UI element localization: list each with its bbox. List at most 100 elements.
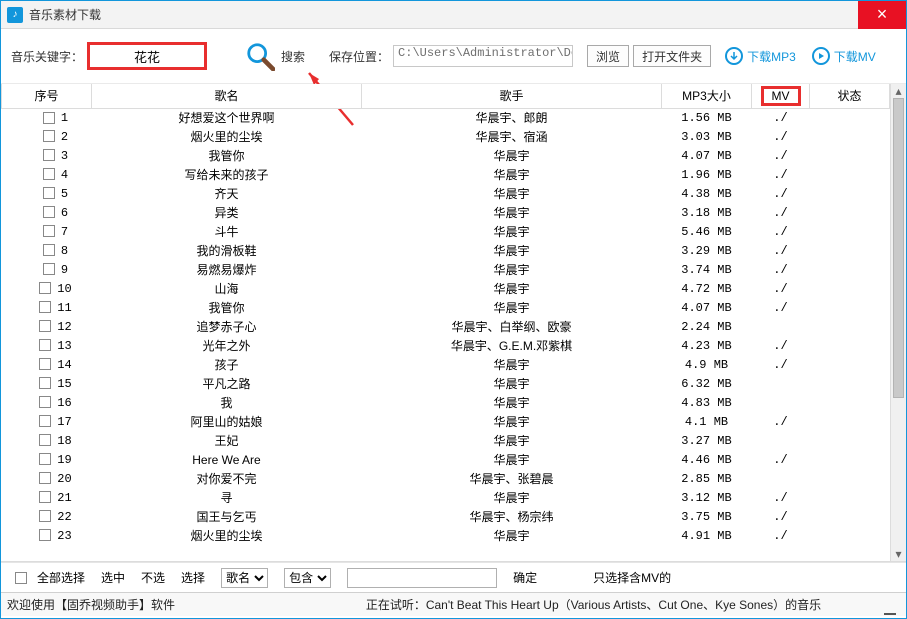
row-checkbox[interactable] (39, 358, 51, 370)
row-singer: 华晨宇、杨宗纬 (362, 507, 662, 526)
table-row[interactable]: 1好想爱这个世界啊华晨宇、郎朗1.56 MB./ (2, 108, 890, 127)
row-state (810, 165, 890, 184)
row-state (810, 279, 890, 298)
table-row[interactable]: 15平凡之路华晨宇6.32 MB (2, 374, 890, 393)
row-size: 1.56 MB (662, 108, 752, 127)
row-checkbox[interactable] (43, 263, 55, 275)
table-row[interactable]: 12追梦赤子心华晨宇、白举纲、欧豪2.24 MB (2, 317, 890, 336)
search-button[interactable]: 搜索 (281, 48, 305, 65)
row-checkbox[interactable] (43, 149, 55, 161)
row-index: 18 (57, 434, 71, 448)
filter-field-select[interactable]: 歌名 (221, 568, 268, 588)
table-row[interactable]: 14孩子华晨宇4.9 MB./ (2, 355, 890, 374)
row-size: 3.29 MB (662, 241, 752, 260)
scroll-thumb[interactable] (893, 98, 904, 398)
filter-op-select[interactable]: 包含 (284, 568, 331, 588)
table-row[interactable]: 2烟火里的尘埃华晨宇、宿涵3.03 MB./ (2, 127, 890, 146)
row-index: 1 (61, 111, 68, 125)
table-row[interactable]: 16我华晨宇4.83 MB (2, 393, 890, 412)
save-path-input[interactable]: C:\Users\Administrator\Deskto (393, 45, 573, 67)
header-state[interactable]: 状态 (810, 84, 890, 108)
table-row[interactable]: 8我的滑板鞋华晨宇3.29 MB./ (2, 241, 890, 260)
row-checkbox[interactable] (43, 112, 55, 124)
select-inverse-button[interactable]: 选中 (101, 569, 125, 586)
row-checkbox[interactable] (43, 187, 55, 199)
scroll-down-icon[interactable]: ▾ (891, 547, 906, 561)
table-row[interactable]: 11我管你华晨宇4.07 MB./ (2, 298, 890, 317)
row-mv: ./ (752, 450, 810, 469)
header-index[interactable]: 序号 (2, 84, 92, 108)
row-index: 3 (61, 149, 68, 163)
row-state (810, 469, 890, 488)
row-mv: ./ (752, 336, 810, 355)
row-checkbox[interactable] (39, 415, 51, 427)
browse-button[interactable]: 浏览 (587, 45, 629, 67)
close-button[interactable]: × (858, 1, 906, 29)
scrollbar[interactable]: ▴ ▾ (890, 84, 906, 561)
row-checkbox[interactable] (39, 472, 51, 484)
row-checkbox[interactable] (43, 225, 55, 237)
row-singer: 华晨宇 (362, 431, 662, 450)
select-all-checkbox[interactable]: 全部选择 (15, 569, 85, 586)
header-size[interactable]: MP3大小 (662, 84, 752, 108)
table-row[interactable]: 3我管你华晨宇4.07 MB./ (2, 146, 890, 165)
row-checkbox[interactable] (43, 206, 55, 218)
row-checkbox[interactable] (43, 244, 55, 256)
row-size: 3.27 MB (662, 431, 752, 450)
table-row[interactable]: 20对你爱不完华晨宇、张碧晨2.85 MB (2, 469, 890, 488)
row-mv: ./ (752, 241, 810, 260)
scroll-up-icon[interactable]: ▴ (891, 84, 906, 98)
row-checkbox[interactable] (39, 491, 51, 503)
table-row[interactable]: 21寻华晨宇3.12 MB./ (2, 488, 890, 507)
row-checkbox[interactable] (39, 510, 51, 522)
row-mv: ./ (752, 108, 810, 127)
only-mv-button[interactable]: 只选择含MV的 (593, 569, 671, 586)
row-checkbox[interactable] (39, 301, 51, 313)
row-checkbox[interactable] (39, 282, 51, 294)
table-row[interactable]: 4写给未来的孩子华晨宇1.96 MB./ (2, 165, 890, 184)
row-checkbox[interactable] (39, 396, 51, 408)
filter-confirm-button[interactable]: 确定 (513, 569, 537, 586)
table-row[interactable]: 10山海华晨宇4.72 MB./ (2, 279, 890, 298)
table-row[interactable]: 13光年之外华晨宇、G.E.M.邓紫棋4.23 MB./ (2, 336, 890, 355)
minimize-icon[interactable] (880, 595, 900, 615)
filter-text-input[interactable] (347, 568, 497, 588)
row-checkbox[interactable] (39, 377, 51, 389)
row-size: 3.75 MB (662, 507, 752, 526)
table-row[interactable]: 19Here We Are华晨宇4.46 MB./ (2, 450, 890, 469)
row-mv: ./ (752, 279, 810, 298)
table-row[interactable]: 22国王与乞丐华晨宇、杨宗纬3.75 MB./ (2, 507, 890, 526)
table-row[interactable]: 7斗牛华晨宇5.46 MB./ (2, 222, 890, 241)
keyword-input[interactable] (87, 42, 207, 70)
header-name[interactable]: 歌名 (92, 84, 362, 108)
table-row[interactable]: 6异类华晨宇3.18 MB./ (2, 203, 890, 222)
select-none-button[interactable]: 不选 (141, 569, 165, 586)
row-state (810, 336, 890, 355)
row-checkbox[interactable] (43, 130, 55, 142)
header-mv[interactable]: MV (752, 84, 810, 108)
table-row[interactable]: 17阿里山的姑娘华晨宇4.1 MB./ (2, 412, 890, 431)
row-checkbox[interactable] (39, 453, 51, 465)
row-checkbox[interactable] (43, 168, 55, 180)
open-folder-button[interactable]: 打开文件夹 (633, 45, 711, 67)
download-mp3-button[interactable]: 下载MP3 (725, 47, 796, 65)
header-singer[interactable]: 歌手 (362, 84, 662, 108)
download-mv-button[interactable]: 下载MV (812, 47, 876, 65)
row-size: 4.07 MB (662, 298, 752, 317)
row-checkbox[interactable] (39, 320, 51, 332)
row-checkbox[interactable] (39, 529, 51, 541)
row-index: 21 (57, 491, 71, 505)
row-singer: 华晨宇 (362, 203, 662, 222)
row-checkbox[interactable] (39, 434, 51, 446)
search-icon[interactable] (243, 39, 277, 73)
row-singer: 华晨宇、张碧晨 (362, 469, 662, 488)
row-singer: 华晨宇 (362, 393, 662, 412)
table-row[interactable]: 9易燃易爆炸华晨宇3.74 MB./ (2, 260, 890, 279)
table-row[interactable]: 23烟火里的尘埃华晨宇4.91 MB./ (2, 526, 890, 545)
table-row[interactable]: 5齐天华晨宇4.38 MB./ (2, 184, 890, 203)
row-name: 我的滑板鞋 (92, 241, 362, 260)
row-name: 山海 (92, 279, 362, 298)
row-checkbox[interactable] (39, 339, 51, 351)
table-row[interactable]: 18王妃华晨宇3.27 MB (2, 431, 890, 450)
row-singer: 华晨宇 (362, 526, 662, 545)
